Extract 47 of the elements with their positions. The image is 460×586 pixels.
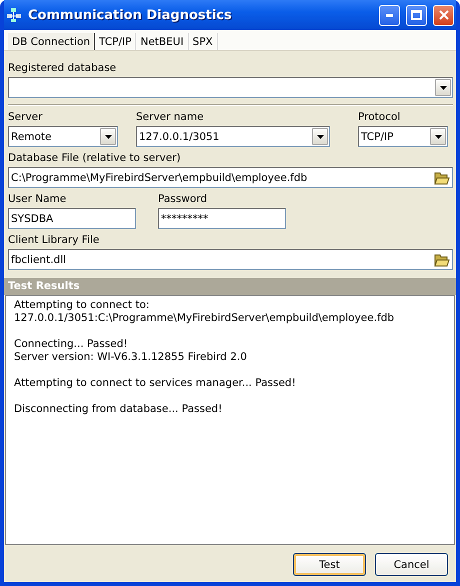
tab[interactable]: DB Connection (8, 33, 96, 50)
server-dropdown[interactable]: Remote (8, 126, 118, 147)
database-file-field[interactable]: C:\Programme\MyFirebirdServer\empbuild\employee.fdb (8, 167, 453, 188)
dropdown-button[interactable] (312, 128, 328, 145)
client-library-field[interactable]: fbclient.dll (8, 249, 453, 270)
field-label: Client Library File (8, 233, 100, 247)
dialog-button[interactable]: Test (293, 553, 366, 576)
password-field[interactable]: ********* (158, 208, 286, 229)
dropdown-arrow-icon (316, 134, 324, 138)
result-line: Disconnecting from database... Passed! (14, 403, 224, 416)
protocol-dropdown[interactable]: TCP/IP (358, 126, 448, 147)
close-icon (438, 10, 448, 20)
field-label: Database File (relative to server) (8, 151, 182, 165)
registered-database-dropdown[interactable] (8, 77, 453, 98)
field-label: Password (158, 192, 208, 206)
tab[interactable]: SPX (188, 33, 218, 50)
field-label: Registered database (8, 61, 118, 75)
server-name-dropdown[interactable]: 127.0.0.1/3051 (136, 126, 330, 147)
field-label: Server name (136, 110, 205, 124)
dropdown-arrow-icon (434, 134, 442, 138)
minimize-icon (386, 14, 393, 16)
user-name-field[interactable]: SYSDBA (8, 208, 136, 229)
folder-icon (434, 170, 450, 184)
field-label: Protocol (358, 110, 402, 124)
result-line: Attempting to connect to: (14, 299, 150, 312)
minimize-button[interactable] (379, 4, 400, 26)
dropdown-button[interactable] (435, 79, 451, 96)
result-line: 127.0.0.1/3051:C:\Programme\MyFirebirdServer\empbuild\employee.fdb (14, 312, 396, 325)
tab[interactable]: NetBEUI (136, 33, 189, 50)
dropdown-button[interactable] (100, 128, 116, 145)
section-header: Test Results (4, 278, 456, 295)
dialog-button[interactable]: Cancel (375, 553, 448, 576)
field-label: Server (8, 110, 44, 124)
tab[interactable]: TCP/IP (95, 33, 136, 50)
maximize-icon (411, 10, 422, 20)
window-title: Communication Diagnostics (28, 8, 233, 22)
network-icon (6, 7, 22, 23)
maximize-button[interactable] (406, 4, 427, 26)
dropdown-arrow-icon (104, 134, 112, 138)
close-button[interactable] (433, 4, 454, 26)
result-line: Connecting... Passed! (14, 338, 129, 351)
result-line: Attempting to connect to services manager... Passed! (14, 377, 297, 390)
result-line: Server version: WI-V6.3.1.12855 Firebird 2.0 (14, 351, 248, 364)
field-label: User Name (8, 192, 68, 206)
folder-icon (434, 252, 450, 266)
dropdown-arrow-icon (440, 86, 446, 90)
dropdown-button[interactable] (430, 128, 446, 145)
